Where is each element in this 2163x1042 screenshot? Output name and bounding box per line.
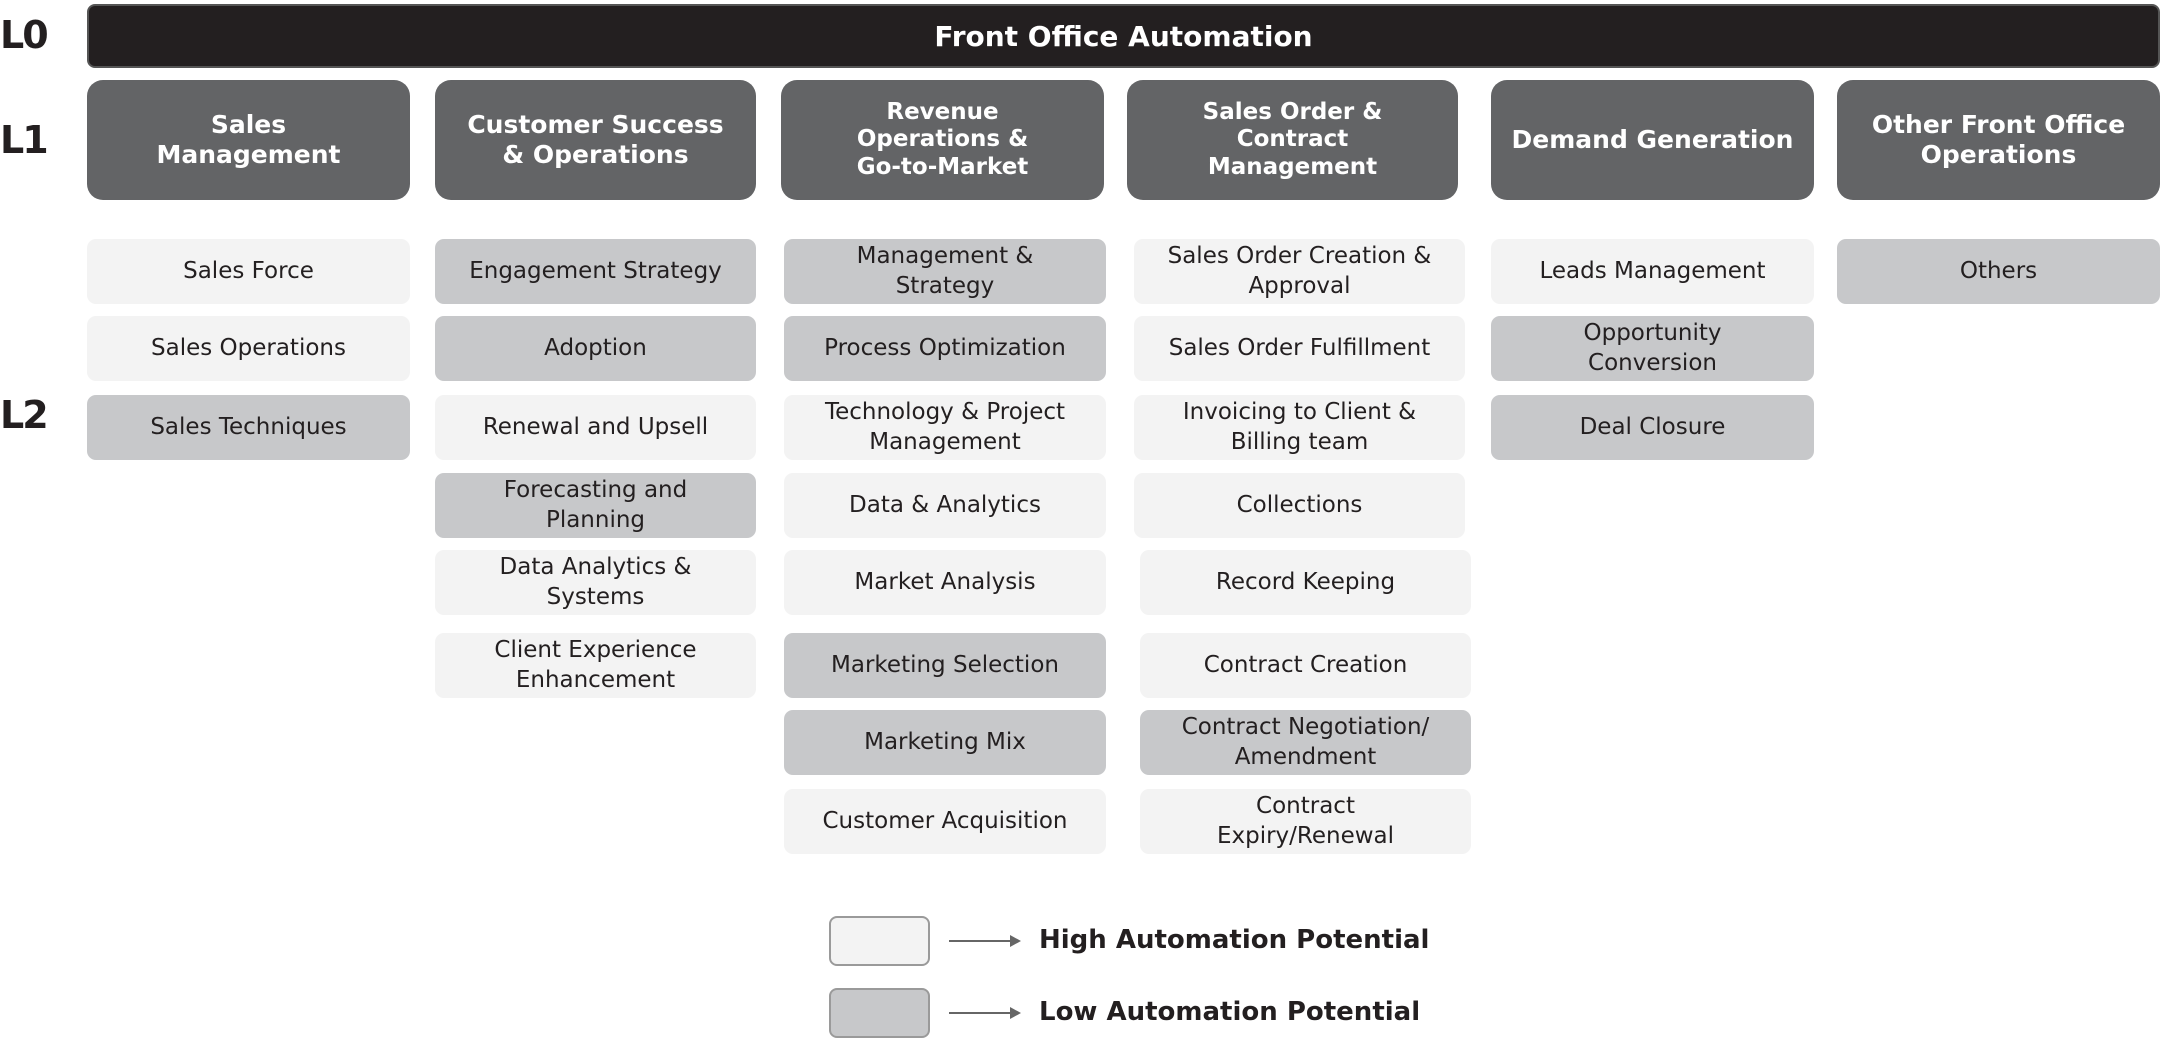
l2-item-low-potential: Process Optimization — [784, 316, 1106, 381]
l2-item-high-potential: Customer Acquisition — [784, 789, 1106, 854]
l2-item-high-potential: Collections — [1134, 473, 1465, 538]
l2-item-low-potential: Deal Closure — [1491, 395, 1814, 460]
legend-label-high: High Automation Potential — [1039, 925, 1430, 955]
legend-swatch-high — [829, 916, 930, 966]
l2-item-low-potential: Adoption — [435, 316, 756, 381]
l2-item-low-potential: Marketing Mix — [784, 710, 1106, 775]
l2-item-high-potential: Contract Expiry/Renewal — [1140, 789, 1471, 854]
l2-item-low-potential: Contract Negotiation/ Amendment — [1140, 710, 1471, 775]
l2-item-low-potential: Opportunity Conversion — [1491, 316, 1814, 381]
l1-category-4: Sales Order & Contract Management — [1127, 80, 1458, 200]
level-label-l0: L0 — [0, 13, 49, 57]
l2-item-high-potential: Sales Force — [87, 239, 410, 304]
l1-category-1: Sales Management — [87, 80, 410, 200]
l2-item-high-potential: Leads Management — [1491, 239, 1814, 304]
l1-category-5: Demand Generation — [1491, 80, 1814, 200]
l1-category-3: Revenue Operations & Go-to-Market — [781, 80, 1104, 200]
l2-item-high-potential: Client Experience Enhancement — [435, 633, 756, 698]
legend-label-low: Low Automation Potential — [1039, 997, 1421, 1027]
l0-front-office-automation: Front Office Automation — [87, 4, 2160, 68]
l2-item-high-potential: Sales Order Fulfillment — [1134, 316, 1465, 381]
l2-item-high-potential: Contract Creation — [1140, 633, 1471, 698]
l2-item-high-potential: Data & Analytics — [784, 473, 1106, 538]
l2-item-high-potential: Sales Operations — [87, 316, 410, 381]
l2-item-low-potential: Others — [1837, 239, 2160, 304]
level-label-l2: L2 — [0, 393, 49, 437]
level-label-l1: L1 — [0, 118, 49, 162]
l2-item-low-potential: Sales Techniques — [87, 395, 410, 460]
l2-item-high-potential: Renewal and Upsell — [435, 395, 756, 460]
l2-item-low-potential: Management & Strategy — [784, 239, 1106, 304]
l2-item-high-potential: Invoicing to Client & Billing team — [1134, 395, 1465, 460]
l2-item-high-potential: Market Analysis — [784, 550, 1106, 615]
arrow-right-icon — [949, 1007, 1021, 1019]
l2-item-low-potential: Marketing Selection — [784, 633, 1106, 698]
l2-item-high-potential: Record Keeping — [1140, 550, 1471, 615]
l2-item-high-potential: Sales Order Creation & Approval — [1134, 239, 1465, 304]
arrow-right-icon — [949, 935, 1021, 947]
l2-item-low-potential: Engagement Strategy — [435, 239, 756, 304]
l1-category-6: Other Front Office Operations — [1837, 80, 2160, 200]
l1-category-2: Customer Success & Operations — [435, 80, 756, 200]
l2-item-high-potential: Data Analytics & Systems — [435, 550, 756, 615]
l2-item-low-potential: Forecasting and Planning — [435, 473, 756, 538]
legend-swatch-low — [829, 988, 930, 1038]
l2-item-high-potential: Technology & Project Management — [784, 395, 1106, 460]
